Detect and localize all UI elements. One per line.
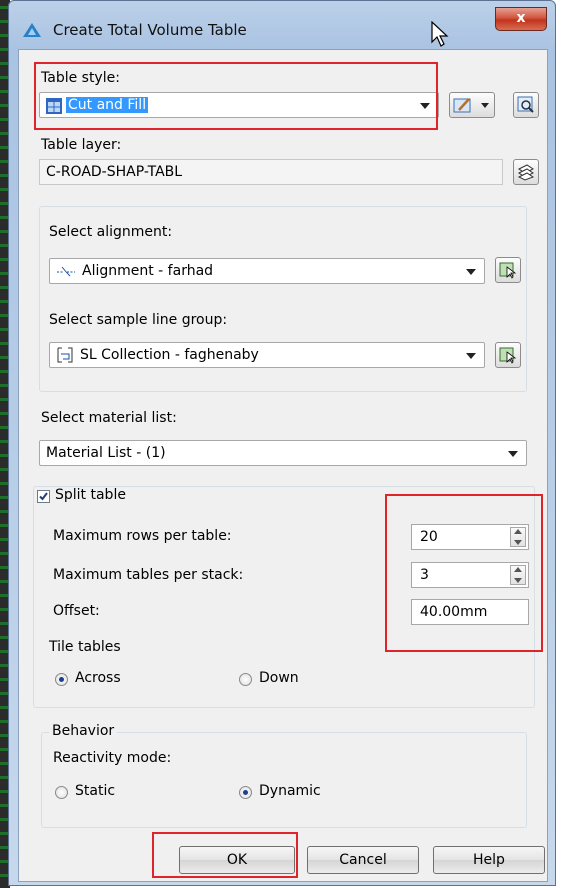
- tile-across-radio[interactable]: [55, 673, 68, 686]
- reactivity-dynamic-label: Dynamic: [259, 783, 321, 799]
- checkmark-icon: [39, 492, 48, 501]
- alignment-icon: [57, 266, 75, 277]
- spin-buttons-icon[interactable]: [510, 527, 526, 547]
- table-style-combo[interactable]: Cut and Fill: [39, 92, 439, 118]
- split-table-label: Split table: [55, 487, 126, 503]
- spin-buttons-icon[interactable]: [510, 565, 526, 585]
- behavior-label: Behavior: [49, 723, 118, 739]
- chevron-down-icon: [508, 451, 518, 457]
- chevron-down-icon: [466, 269, 476, 275]
- behavior-group: [41, 732, 527, 828]
- create-total-volume-table-dialog: Create Total Volume Table x Table style:…: [8, 0, 556, 886]
- pick-sample-line-group-button[interactable]: [495, 342, 521, 368]
- select-alignment-label: Select alignment:: [49, 224, 173, 240]
- table-layer-field: C-ROAD-SHAP-TABL: [39, 159, 503, 185]
- alignment-value: Alignment - farhad: [82, 263, 214, 279]
- edit-style-icon: [453, 98, 471, 113]
- select-material-list-label: Select material list:: [41, 410, 177, 426]
- tile-across-label: Across: [75, 670, 121, 686]
- civil3d-app-icon: [23, 23, 41, 37]
- reactivity-mode-label: Reactivity mode:: [53, 750, 172, 766]
- cancel-button[interactable]: Cancel: [307, 846, 419, 874]
- max-tables-spinner[interactable]: 3: [411, 562, 529, 588]
- offset-field[interactable]: 40.00mm: [411, 599, 529, 625]
- title-bar[interactable]: Create Total Volume Table x: [9, 1, 555, 49]
- offset-label: Offset:: [53, 603, 100, 619]
- alignment-combo[interactable]: Alignment - farhad: [49, 258, 485, 284]
- max-tables-label: Maximum tables per stack:: [53, 567, 244, 583]
- magnify-preview-icon: [517, 96, 534, 113]
- table-layer-label: Table layer:: [41, 137, 122, 153]
- close-icon: x: [516, 10, 526, 26]
- dialog-body: Table style: Cut and Fill Table layer: C…: [18, 49, 548, 882]
- sample-line-group-value: SL Collection - faghenaby: [80, 347, 259, 363]
- ok-button[interactable]: OK: [179, 846, 295, 874]
- sample-line-group-icon: [57, 347, 73, 363]
- reactivity-static-radio[interactable]: [55, 786, 68, 799]
- max-rows-label: Maximum rows per table:: [53, 528, 232, 544]
- mouse-cursor-icon: [431, 21, 449, 47]
- chevron-down-icon: [466, 353, 476, 359]
- table-style-icon: [46, 98, 62, 114]
- window-title: Create Total Volume Table: [53, 21, 247, 39]
- chevron-down-icon: [420, 103, 430, 109]
- split-table-checkbox[interactable]: [37, 490, 50, 503]
- material-list-combo[interactable]: Material List - (1): [39, 440, 527, 466]
- tile-tables-label: Tile tables: [49, 639, 121, 655]
- offset-value: 40.00mm: [420, 604, 488, 620]
- pick-from-drawing-icon: [499, 347, 517, 364]
- material-list-value: Material List - (1): [46, 445, 166, 461]
- reactivity-dynamic-radio[interactable]: [239, 786, 252, 799]
- max-rows-value: 20: [420, 529, 438, 545]
- select-layer-button[interactable]: [513, 159, 539, 185]
- layers-icon: [517, 164, 535, 181]
- dropdown-arrow-icon: [481, 103, 489, 108]
- max-rows-spinner[interactable]: 20: [411, 524, 529, 550]
- tile-down-label: Down: [259, 670, 299, 686]
- max-tables-value: 3: [420, 567, 429, 583]
- table-style-value: Cut and Fill: [66, 97, 149, 113]
- pick-alignment-button[interactable]: [495, 257, 521, 283]
- table-style-label: Table style:: [41, 70, 120, 86]
- tile-down-radio[interactable]: [239, 673, 252, 686]
- pick-from-drawing-icon: [499, 262, 517, 279]
- table-layer-value: C-ROAD-SHAP-TABL: [46, 164, 183, 180]
- close-button[interactable]: x: [495, 7, 547, 31]
- sample-line-group-combo[interactable]: SL Collection - faghenaby: [49, 342, 485, 368]
- select-sample-line-group-label: Select sample line group:: [49, 312, 228, 328]
- reactivity-static-label: Static: [75, 783, 116, 799]
- preview-table-style-button[interactable]: [513, 92, 539, 118]
- help-button[interactable]: Help: [433, 846, 545, 874]
- edit-table-style-button[interactable]: [449, 92, 495, 118]
